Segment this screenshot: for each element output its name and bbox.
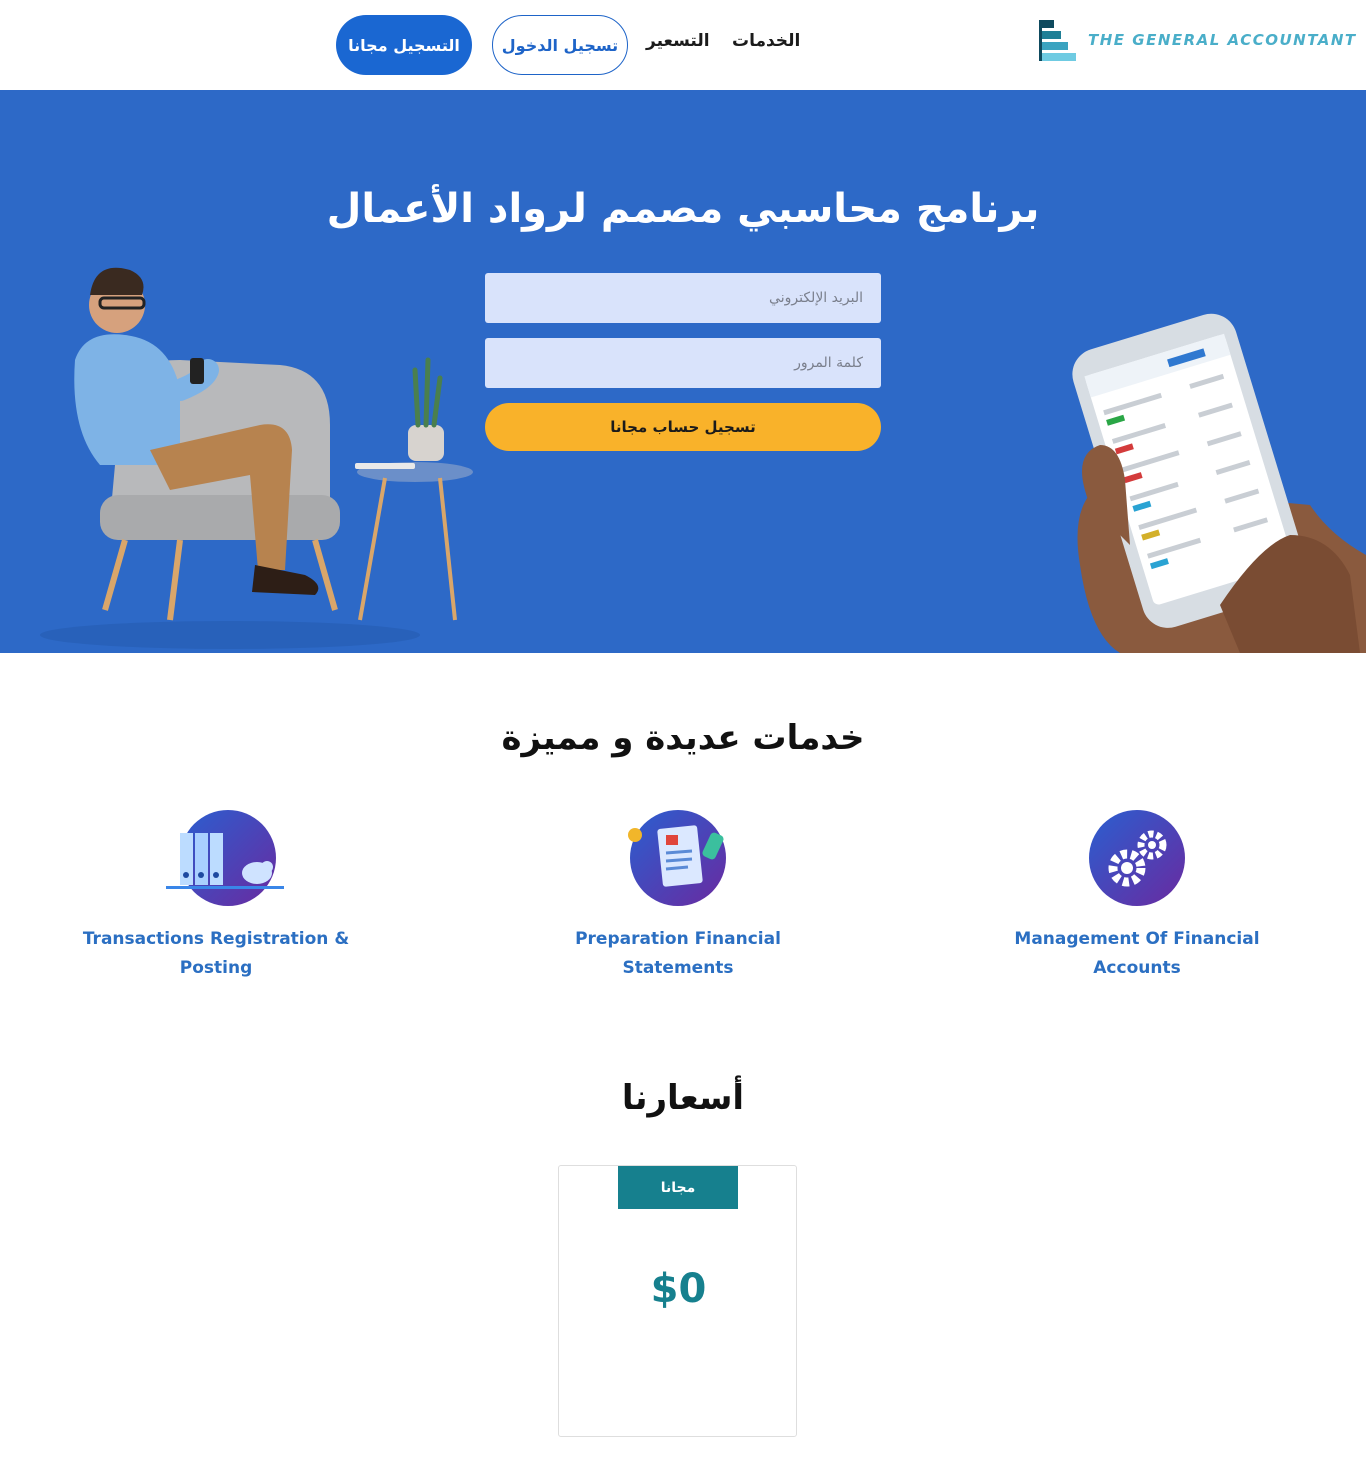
hero-title: برنامج محاسبي مصمم لرواد الأعمال [326, 186, 1040, 232]
man-on-armchair-illustration [40, 267, 473, 649]
service-label: Transactions Registration & Posting [82, 929, 350, 978]
service-label: Management Of Financial Accounts [1014, 929, 1260, 978]
login-button[interactable]: تسجيل الدخول [492, 15, 628, 75]
document-icon [628, 810, 726, 906]
logo-bars-icon [1039, 20, 1076, 61]
logo[interactable]: THE GENERAL ACCOUNTANT [1038, 18, 1355, 72]
pricing-title: أسعارنا [621, 1078, 745, 1118]
services-title: خدمات عديدة و مميزة [501, 718, 865, 758]
hand-holding-phone-illustration [1072, 313, 1366, 653]
site-header: THE GENERAL ACCOUNTANT الخدمات التسعير ت… [0, 0, 1366, 90]
hero-section: برنامج محاسبي مصمم لرواد الأعمال تسجيل ح… [0, 90, 1366, 653]
nav-services-link[interactable]: الخدمات [732, 31, 800, 51]
pricing-card-free[interactable]: مجانا $0 [558, 1165, 797, 1437]
logo-text: THE GENERAL ACCOUNTANT [1088, 31, 1357, 49]
email-input[interactable] [485, 273, 881, 323]
gears-icon [1089, 810, 1185, 906]
plan-name-badge: مجانا [618, 1166, 738, 1209]
signup-button[interactable]: التسجيل مجانا [336, 15, 472, 75]
service-card-financial-statements[interactable]: Preparation Financial Statements [528, 805, 828, 983]
plan-price: $0 [650, 1266, 707, 1312]
binders-piggy-bank-icon [166, 810, 284, 906]
service-card-financial-accounts[interactable]: Management Of Financial Accounts [987, 805, 1287, 983]
service-label: Preparation Financial Statements [575, 929, 781, 978]
service-card-transactions[interactable]: Transactions Registration & Posting [66, 805, 366, 983]
password-input[interactable] [485, 338, 881, 388]
nav-pricing-link[interactable]: التسعير [646, 31, 710, 51]
register-free-button[interactable]: تسجيل حساب مجانا [485, 403, 881, 451]
